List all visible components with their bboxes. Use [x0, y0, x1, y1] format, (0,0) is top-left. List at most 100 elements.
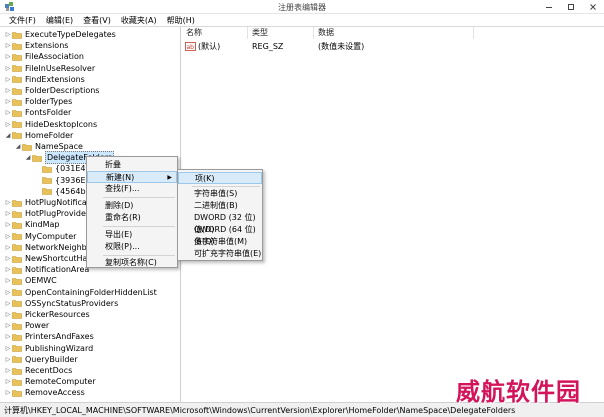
ctx-rename[interactable]: 重命名(R) — [87, 212, 177, 224]
tree-item-label: Extensions — [25, 41, 69, 51]
expand-arrow-icon[interactable]: ▷ — [4, 322, 12, 329]
expand-arrow-icon[interactable]: ▷ — [4, 98, 12, 105]
tree-item[interactable]: ▷ PrintersAndFaxes — [4, 331, 94, 342]
expand-arrow-icon[interactable]: ▷ — [4, 199, 12, 206]
expand-arrow-icon[interactable]: ▷ — [4, 221, 12, 228]
menu-bar: 文件(F) 编辑(E) 查看(V) 收藏夹(A) 帮助(H) — [0, 14, 604, 27]
tree-item[interactable]: ▷ FileAssociation — [4, 51, 84, 62]
expand-arrow-icon[interactable]: ▷ — [4, 367, 12, 374]
expand-arrow-icon[interactable]: ▷ — [4, 345, 12, 352]
folder-icon — [12, 367, 22, 375]
window-title: 注册表编辑器 — [278, 3, 326, 12]
folder-icon — [12, 109, 22, 117]
column-header-type[interactable]: 类型 — [248, 27, 314, 39]
ctx-find[interactable]: 查找(F)... — [87, 183, 177, 195]
menu-edit[interactable]: 编辑(E) — [41, 14, 78, 26]
collapse-arrow-icon[interactable]: ◢ — [14, 143, 22, 150]
expand-arrow-icon[interactable]: ▷ — [4, 389, 12, 396]
expand-arrow-icon[interactable]: ▷ — [4, 311, 12, 318]
tree-item[interactable]: ▷ FolderDescriptions — [4, 85, 100, 96]
tree-item[interactable]: ▷ OpenContainingFolderHiddenList — [4, 287, 157, 298]
ctx-delete[interactable]: 删除(D) — [87, 200, 177, 212]
tree-item[interactable]: ▷ NetworkNeighbor — [4, 242, 95, 253]
tree-item[interactable]: ▷ ExecuteTypeDelegates — [4, 29, 116, 40]
maximize-button[interactable] — [560, 0, 582, 14]
tree-item[interactable]: ▷ RecentDocs — [4, 365, 73, 376]
expand-arrow-icon[interactable]: ▷ — [4, 378, 12, 385]
tree-item-label: FolderDescriptions — [25, 86, 100, 95]
expand-arrow-icon[interactable]: ▷ — [4, 277, 12, 284]
submenu-multi-string-value[interactable]: 多字符串值(M) — [178, 236, 262, 248]
tree-item[interactable]: ▷ HotPlugProvider — [4, 208, 90, 219]
tree-item[interactable]: ▷ Power — [4, 320, 50, 331]
submenu-expandable-string-value[interactable]: 可扩充字符串值(E) — [178, 248, 262, 260]
menu-help[interactable]: 帮助(H) — [162, 14, 200, 26]
submenu-string-value[interactable]: 字符串值(S) — [178, 188, 262, 200]
expand-arrow-icon[interactable]: ▷ — [4, 300, 12, 307]
new-submenu: 项(K) 字符串值(S) 二进制值(B) DWORD (32 位)值(D) QW… — [177, 169, 263, 261]
tree-item[interactable]: ▷ NotificationArea — [4, 264, 90, 275]
value-type: REG_SZ — [252, 42, 284, 51]
menu-separator — [103, 255, 175, 256]
expand-arrow-icon[interactable]: ▷ — [4, 65, 12, 72]
tree-item[interactable]: ▷ KindMap — [4, 219, 60, 230]
tree-item-label: PickerResources — [25, 310, 90, 319]
ab-string-icon: ab — [185, 42, 196, 51]
column-header-name[interactable]: 名称 — [182, 27, 248, 39]
expand-arrow-icon[interactable]: ▷ — [4, 53, 12, 60]
expand-arrow-icon[interactable]: ▷ — [4, 244, 12, 251]
folder-icon — [12, 378, 22, 386]
submenu-binary-value[interactable]: 二进制值(B) — [178, 200, 262, 212]
expand-arrow-icon[interactable]: ▷ — [4, 76, 12, 83]
tree-item[interactable]: ▷ FontsFolder — [4, 107, 72, 118]
ctx-copy-key-name[interactable]: 复制项名称(C) — [87, 257, 177, 269]
tree-item[interactable]: ▷ FolderTypes — [4, 96, 73, 107]
expand-arrow-icon[interactable]: ▷ — [4, 356, 12, 363]
tree-item-label: FontsFolder — [25, 108, 72, 118]
tree-item-label: FolderTypes — [25, 97, 73, 107]
tree-item[interactable]: ▷ HotPlugNotificatio — [4, 197, 97, 208]
submenu-qword-value[interactable]: QWORD (64 位)值(Q) — [178, 224, 262, 246]
expand-arrow-icon[interactable]: ▷ — [4, 266, 12, 273]
ctx-permissions[interactable]: 权限(P)... — [87, 241, 177, 253]
tree-item[interactable]: ▷ OEMWC — [4, 275, 57, 286]
tree-item[interactable]: ▷ OSSyncStatusProviders — [4, 298, 119, 309]
collapse-arrow-icon[interactable]: ◢ — [4, 132, 12, 139]
column-header-data[interactable]: 数据 — [314, 27, 474, 39]
tree-item[interactable]: ▷ QueryBuilder — [4, 354, 78, 365]
expand-arrow-icon[interactable]: ▷ — [4, 333, 12, 340]
tree-item[interactable]: ◢ HomeFolder — [4, 130, 74, 141]
tree-item[interactable]: ▷ RemoveAccess — [4, 387, 85, 398]
menu-file[interactable]: 文件(F) — [4, 14, 41, 26]
minimize-button[interactable] — [538, 0, 560, 14]
tree-item[interactable]: ▷ PickerResources — [4, 309, 90, 320]
expand-arrow-icon[interactable]: ▷ — [4, 42, 12, 49]
folder-icon — [12, 277, 22, 285]
menu-view[interactable]: 查看(V) — [78, 14, 116, 26]
collapse-arrow-icon[interactable]: ◢ — [24, 154, 32, 161]
maximize-icon — [568, 4, 574, 10]
value-row[interactable]: ab (默认) REG_SZ (数值未设置) — [182, 41, 602, 52]
tree-item[interactable]: ▷ FindExtensions — [4, 74, 85, 85]
tree-item[interactable]: ▷ RemoteComputer — [4, 376, 96, 387]
submenu-dword-value[interactable]: DWORD (32 位)值(D) — [178, 212, 262, 234]
expand-arrow-icon[interactable]: ▷ — [4, 121, 12, 128]
expand-arrow-icon[interactable]: ▷ — [4, 233, 12, 240]
tree-item[interactable]: ▷ HideDesktopIcons — [4, 119, 97, 130]
expand-arrow-icon[interactable]: ▷ — [4, 255, 12, 262]
tree-item[interactable]: ▷ PublishingWizard — [4, 343, 93, 354]
expand-arrow-icon[interactable]: ▷ — [4, 31, 12, 38]
ctx-export[interactable]: 导出(E) — [87, 229, 177, 241]
tree-item[interactable]: ▷ MyComputer — [4, 231, 77, 242]
expand-arrow-icon[interactable]: ▷ — [4, 109, 12, 116]
expand-arrow-icon[interactable]: ▷ — [4, 289, 12, 296]
submenu-key[interactable]: 项(K) — [178, 172, 262, 184]
ctx-collapse[interactable]: 折叠 — [87, 159, 177, 171]
expand-arrow-icon[interactable]: ▷ — [4, 87, 12, 94]
tree-item[interactable]: ▷ FileInUseResolver — [4, 63, 95, 74]
expand-arrow-icon[interactable]: ▷ — [4, 210, 12, 217]
tree-item[interactable]: ▷ Extensions — [4, 40, 69, 51]
close-button[interactable] — [582, 0, 604, 14]
ctx-new[interactable]: 新建(N) ▶ — [87, 171, 177, 183]
menu-favorites[interactable]: 收藏夹(A) — [116, 14, 162, 26]
